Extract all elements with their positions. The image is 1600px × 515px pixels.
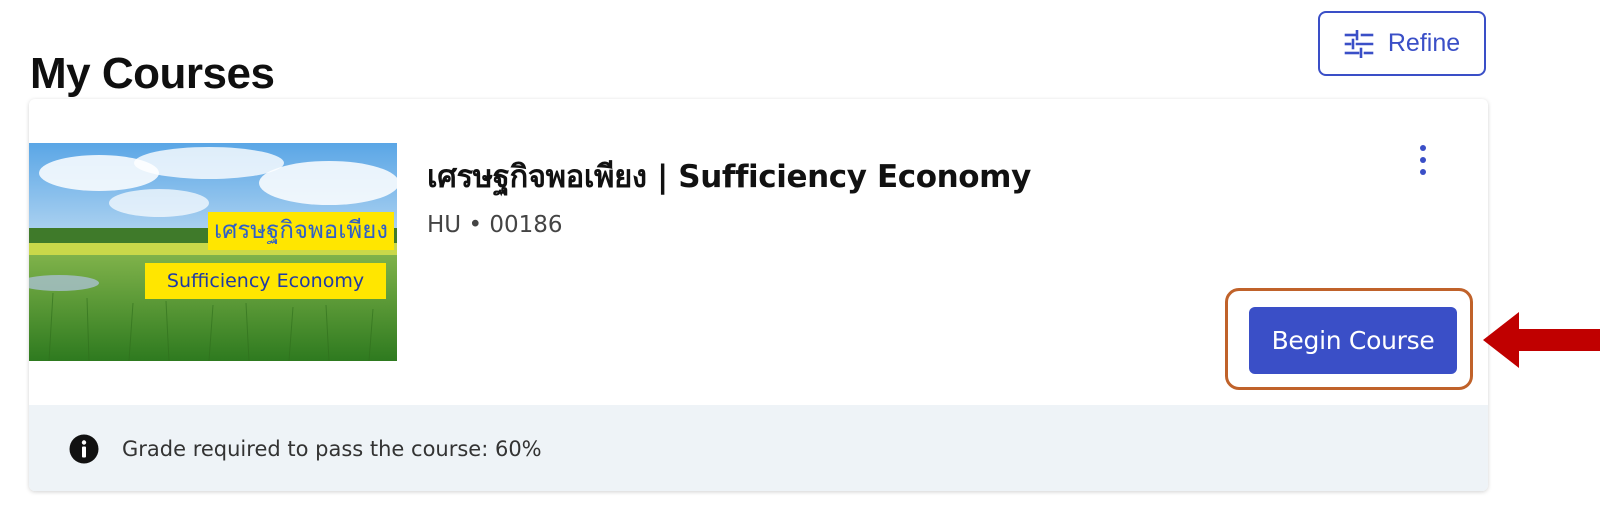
grade-requirement-text: Grade required to pass the course: 60% [122,437,542,461]
annotation-arrow-icon [1483,312,1600,368]
course-card: เศรษฐกิจพอเพียง Sufficiency Economy เศรษ… [29,99,1488,491]
thumbnail-landscape [29,143,397,361]
course-footer: Grade required to pass the course: 60% [29,405,1488,491]
info-icon [69,434,99,464]
thumbnail-label-english: Sufficiency Economy [145,263,386,299]
begin-course-button[interactable]: Begin Course [1249,307,1457,374]
course-title[interactable]: เศรษฐกิจพอเพียง | Sufficiency Economy [427,151,1031,201]
sliders-icon [1344,29,1374,58]
thumbnail-label-thai: เศรษฐกิจพอเพียง [207,212,394,250]
page-title: My Courses [30,49,275,99]
kebab-menu-icon[interactable] [1411,143,1435,177]
refine-button[interactable]: Refine [1318,11,1486,76]
course-code: HU • 00186 [427,212,563,238]
refine-label: Refine [1387,29,1461,57]
course-thumbnail[interactable]: เศรษฐกิจพอเพียง Sufficiency Economy [29,143,397,361]
